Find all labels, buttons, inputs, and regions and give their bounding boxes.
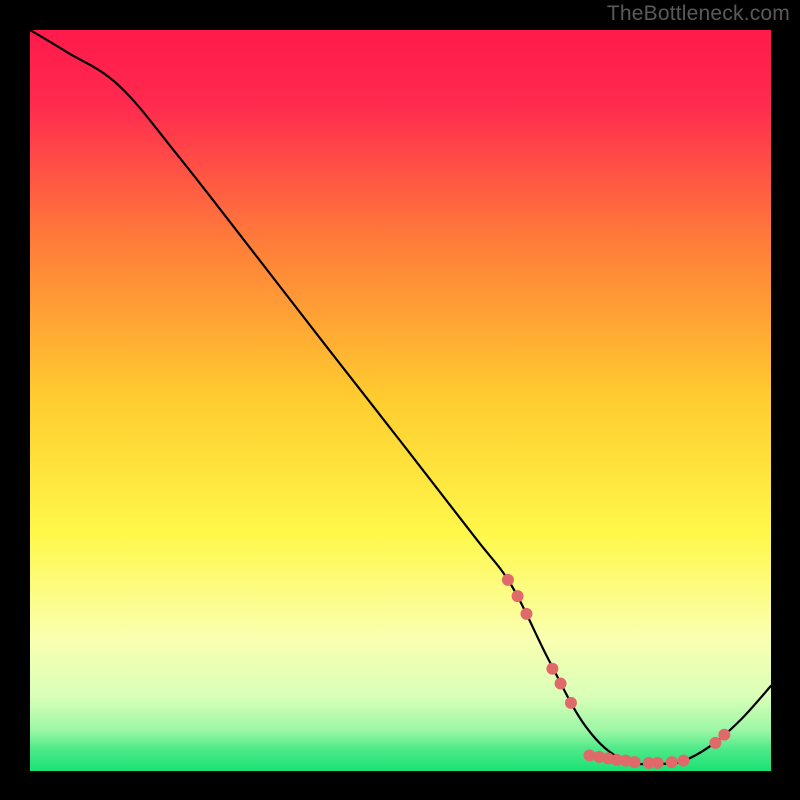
curve-marker <box>666 756 678 768</box>
curve-marker <box>520 608 532 620</box>
plot-area <box>30 30 771 771</box>
chart-svg <box>30 30 771 771</box>
curve-marker <box>652 757 664 769</box>
curve-marker <box>678 755 690 767</box>
chart-frame: TheBottleneck.com <box>0 0 800 800</box>
curve-marker <box>718 729 730 741</box>
curve-marker <box>502 574 514 586</box>
gradient-background <box>30 30 771 771</box>
curve-marker <box>546 663 558 675</box>
curve-marker <box>565 697 577 709</box>
curve-marker <box>512 590 524 602</box>
watermark-text: TheBottleneck.com <box>607 2 790 26</box>
curve-marker <box>629 756 641 768</box>
curve-marker <box>709 737 721 749</box>
curve-marker <box>555 678 567 690</box>
